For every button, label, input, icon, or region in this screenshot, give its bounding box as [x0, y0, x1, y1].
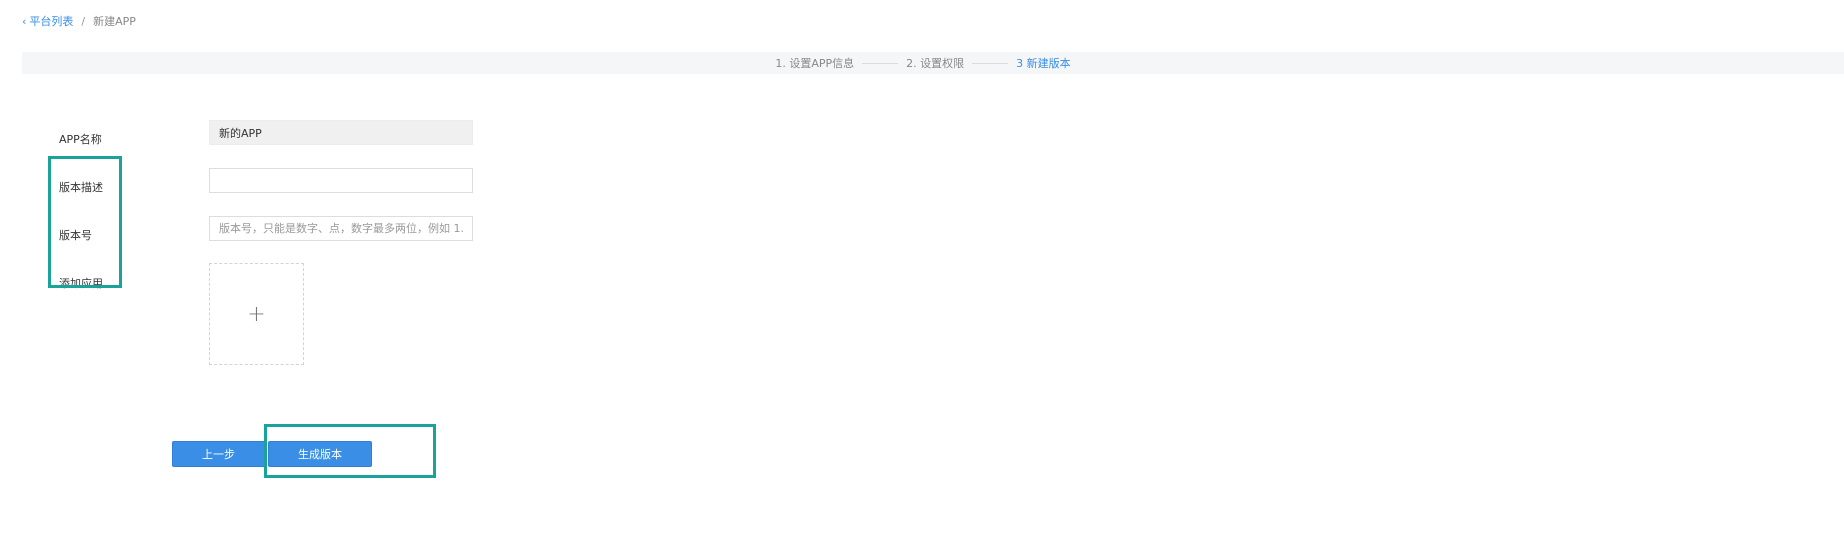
breadcrumb-back-label: 平台列表 [29, 15, 74, 28]
add-app-upload[interactable]: + [209, 263, 304, 365]
breadcrumb: ‹ 平台列表 / 新建APP [22, 13, 136, 29]
breadcrumb-back-link[interactable]: ‹ 平台列表 [22, 13, 73, 29]
steps-bar: 1. 设置APP信息 2. 设置权限 3 新建版本 [22, 52, 1844, 74]
version-desc-field[interactable] [209, 168, 473, 193]
button-highlight-box [264, 424, 436, 478]
breadcrumb-separator: / [81, 14, 86, 28]
version-no-field[interactable] [209, 216, 473, 241]
step-2: 2. 设置权限 [906, 57, 965, 70]
step-1: 1. 设置APP信息 [775, 57, 855, 70]
prev-step-button[interactable]: 上一步 [172, 441, 265, 467]
step-connector [862, 62, 899, 64]
app-name-label: APP名称 [59, 133, 102, 146]
breadcrumb-current: 新建APP [93, 15, 136, 28]
plus-icon: + [247, 301, 266, 327]
steps: 1. 设置APP信息 2. 设置权限 3 新建版本 [775, 55, 1070, 71]
app-name-field [209, 120, 473, 145]
step-connector [972, 62, 1009, 64]
labels-highlight-box [48, 156, 122, 288]
step-3: 3 新建版本 [1016, 57, 1071, 70]
chevron-left-icon: ‹ [22, 14, 27, 28]
